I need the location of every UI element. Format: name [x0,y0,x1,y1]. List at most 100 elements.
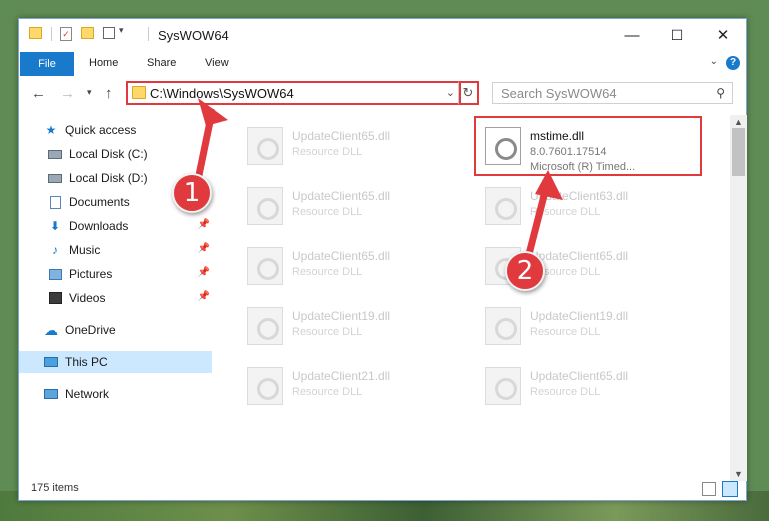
computer-icon [43,354,59,370]
navigation-pane: ★ Quick access Local Disk (C:) Local Dis… [19,115,212,470]
tab-home[interactable]: Home [89,57,118,69]
highlight-frame [474,116,702,176]
nav-item-label: Network [65,387,110,401]
file-type: Resource DLL [292,146,363,158]
nav-item-label: Music [69,243,101,257]
nav-local-disk-c[interactable]: Local Disk (C:) [47,143,212,165]
refresh-button[interactable]: ↻ [458,81,479,105]
nav-item-label: Videos [69,291,106,305]
tab-file[interactable]: File [20,52,74,76]
maximize-button[interactable]: ☐ [654,19,700,51]
vertical-scrollbar[interactable]: ▲ ▼ [730,115,747,481]
search-icon: ⚲ [716,86,725,100]
window-title: SysWOW64 [158,28,229,43]
nav-item-label: Local Disk (C:) [69,147,148,161]
star-icon: ★ [45,123,57,137]
file-tile[interactable]: UpdateClient19.dll Resource DLL [475,301,690,353]
file-type: Resource DLL [530,206,601,218]
annotation-badge-2: 2 [505,251,545,291]
title-bar: ✓ ▾ SysWOW64 — ☐ ✕ [19,19,746,51]
pin-icon[interactable]: 📌 [198,267,210,278]
nav-pictures[interactable]: Pictures 📌 [47,263,212,285]
pin-icon[interactable]: 📌 [198,291,210,302]
file-name: UpdateClient65.dll [292,249,391,263]
nav-item-label: Quick access [65,123,137,137]
forward-arrow-icon[interactable]: → [60,85,75,102]
file-tile[interactable]: UpdateClient19.dll Resource DLL [237,301,452,353]
file-tile[interactable]: UpdateClient65.dll Resource DLL [237,121,452,173]
chevron-down-icon[interactable]: ⌄ [446,86,455,99]
chevron-down-icon[interactable]: ▾ [119,25,124,36]
file-name: UpdateClient63.dll [530,189,629,203]
nav-videos[interactable]: Videos 📌 [47,287,212,309]
pin-icon[interactable]: 📌 [198,243,210,254]
divider [148,27,149,41]
search-input[interactable]: Search SysWOW64 ⚲ [492,82,733,104]
item-count: 175 items [31,482,79,494]
nav-onedrive[interactable]: ☁ OneDrive [43,319,212,341]
tab-view[interactable]: View [205,57,229,69]
file-tile[interactable]: UpdateClient21.dll Resource DLL [237,361,452,413]
details-view-icon[interactable] [702,482,716,496]
dll-file-icon [247,127,283,165]
nav-downloads[interactable]: ⬇ Downloads 📌 [47,215,212,237]
file-tile[interactable]: UpdateClient65.dll Resource DLL [237,241,452,293]
nav-network[interactable]: Network [43,383,212,405]
nav-this-pc[interactable]: This PC [19,351,212,373]
dll-file-icon [247,367,283,405]
nav-music[interactable]: ♪ Music 📌 [47,239,212,261]
tab-share[interactable]: Share [147,57,176,69]
file-tile[interactable]: UpdateClient65.dll Resource DLL [475,361,690,413]
file-type: Resource DLL [292,326,363,338]
drive-icon [47,170,63,186]
properties-icon[interactable]: ✓ [60,27,72,41]
divider [51,27,52,41]
pictures-icon [47,266,63,282]
dll-file-icon [485,187,521,225]
nav-quick-access[interactable]: ★ Quick access [43,119,212,141]
file-name: UpdateClient19.dll [530,309,629,323]
file-type: Resource DLL [292,266,363,278]
file-type: Resource DLL [292,386,363,398]
help-icon[interactable]: ? [726,56,740,70]
customize-quick-access-icon[interactable] [103,27,115,39]
expand-ribbon-icon[interactable]: ⌄ [710,56,718,67]
scroll-up-icon[interactable]: ▲ [734,117,743,127]
file-type: Resource DLL [530,386,601,398]
recent-locations-icon[interactable]: ▾ [87,87,92,98]
search-placeholder: Search SysWOW64 [501,86,617,101]
address-bar[interactable]: C:\Windows\SysWOW64 ⌄ [126,81,461,105]
music-icon: ♪ [52,243,58,257]
status-bar: 175 items [19,478,746,500]
dll-file-icon [247,187,283,225]
file-tile[interactable]: UpdateClient63.dll Resource DLL [475,181,690,233]
back-arrow-icon[interactable]: ← [31,85,46,102]
folder-icon [132,86,146,99]
drive-icon [47,146,63,162]
cloud-icon: ☁ [44,321,58,338]
minimize-button[interactable]: — [609,19,655,51]
address-row: ← → ▾ ↑ C:\Windows\SysWOW64 ⌄ ↻ Search S… [19,77,746,111]
ribbon-tabs: File Home Share View ⌄ ? [19,51,746,77]
file-name: UpdateClient21.dll [292,369,391,383]
annotation-badge-1: 1 [172,173,212,213]
new-folder-icon[interactable] [81,27,94,39]
network-icon [43,386,59,402]
dll-file-icon [247,307,283,345]
file-name: UpdateClient65.dll [530,249,629,263]
close-button[interactable]: ✕ [700,19,746,51]
up-arrow-icon[interactable]: ↑ [105,85,113,102]
nav-item-label: This PC [65,355,108,369]
address-path[interactable]: C:\Windows\SysWOW64 [150,86,294,101]
pin-icon[interactable]: 📌 [198,219,210,230]
dll-file-icon [485,367,521,405]
videos-icon [47,290,63,306]
documents-icon [47,194,63,210]
scrollbar-thumb[interactable] [732,128,745,176]
tiles-view-icon[interactable] [722,481,738,497]
file-type: Resource DLL [292,206,363,218]
nav-item-label: Downloads [69,219,129,233]
file-explorer-window: ✓ ▾ SysWOW64 — ☐ ✕ File Home Share View … [18,18,747,501]
nav-item-label: OneDrive [65,323,116,337]
file-tile[interactable]: UpdateClient65.dll Resource DLL [237,181,452,233]
